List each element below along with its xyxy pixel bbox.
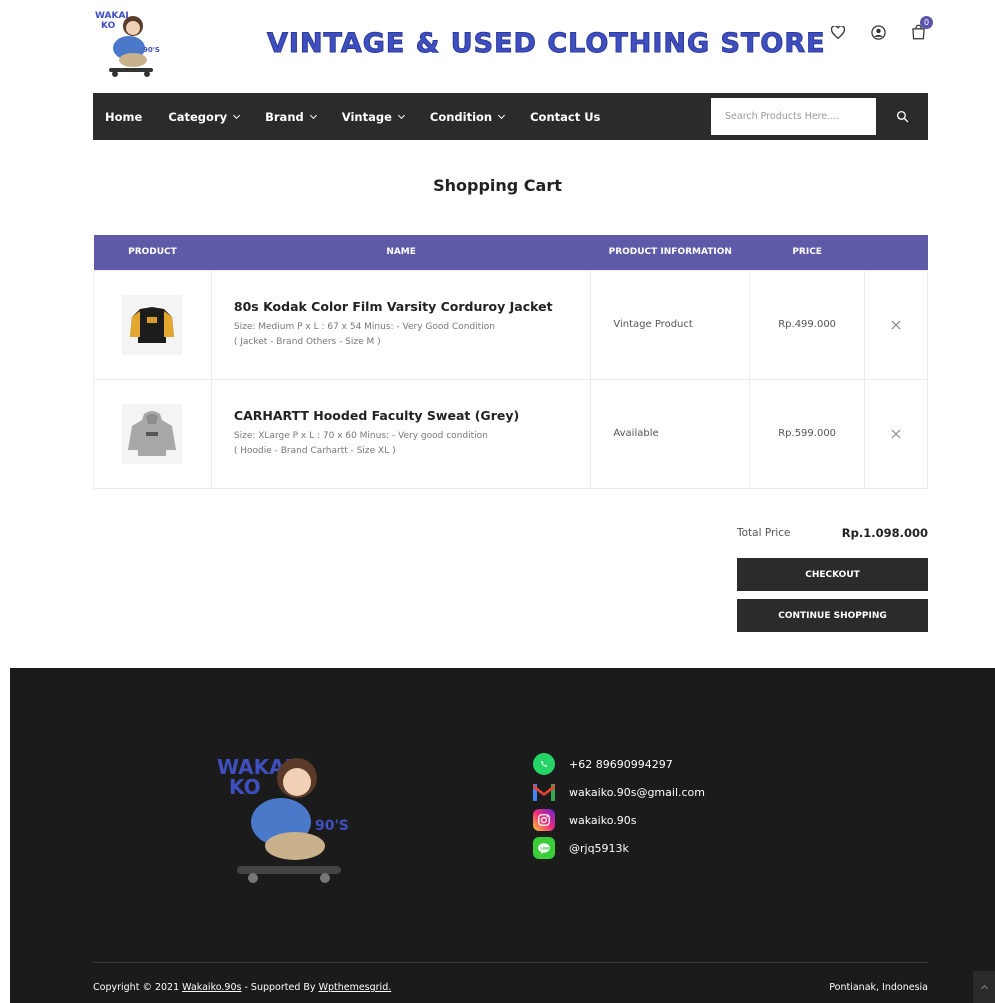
contact-text: @rjq5913k [569, 841, 629, 855]
page-title: Shopping Cart [433, 176, 562, 195]
contact-whatsapp[interactable]: +62 89690994297 [533, 750, 705, 778]
product-thumb-cell [93, 378, 212, 489]
site-footer: WAKAI KO 90'S +62 89690994297 wakaiko.90… [10, 668, 995, 1003]
nav-item-label: Contact Us [530, 109, 601, 124]
whatsapp-icon [533, 753, 555, 775]
cart-totals: Total Price Rp.1.098.000 [737, 526, 928, 540]
chevron-down-icon [498, 111, 506, 119]
footer-logo: WAKAI KO 90'S [217, 755, 349, 883]
chevron-down-icon [397, 111, 405, 119]
product-info: Available [590, 378, 751, 489]
jacket-thumbnail[interactable] [122, 294, 183, 355]
product-price: Rp.499.000 [749, 269, 866, 380]
contact-text: wakaiko.90s [569, 813, 637, 827]
logo[interactable]: WAKAI KO 90'S [93, 6, 165, 78]
svg-text:LINE: LINE [541, 846, 550, 850]
search-icon [896, 110, 908, 123]
svg-text:90'S: 90'S [315, 818, 349, 834]
product-category: ( Jacket - Brand Others - Size M ) [233, 337, 381, 347]
nav-item-brand[interactable]: Brand [265, 110, 329, 124]
copyright-prefix: Copyright © 2021 [93, 982, 180, 993]
nav-item-home[interactable]: Home [105, 110, 155, 124]
nav-item-condition[interactable]: Condition [430, 110, 517, 124]
nav-item-contact-us[interactable]: Contact Us [530, 110, 613, 124]
total-value: Rp.1.098.000 [841, 526, 928, 540]
col-header-product: PRODUCT [93, 235, 212, 270]
product-name-cell: CARHARTT Hooded Faculty Sweat (Grey) Siz… [210, 378, 592, 489]
cart-row: 80s Kodak Color Film Varsity Corduroy Ja… [93, 269, 928, 380]
nav-item-label: Category [168, 109, 228, 124]
nav-menu: Home Category Brand Vintage Condition Contact… [93, 110, 626, 124]
search-input[interactable] [711, 98, 876, 135]
nav-item-label: Condition [429, 109, 493, 124]
contact-list: +62 89690994297 wakaiko.90s@gmail.com wa… [533, 750, 705, 862]
contact-email[interactable]: wakaiko.90s@gmail.com [533, 778, 705, 806]
contact-text: wakaiko.90s@gmail.com [569, 785, 705, 799]
product-name-cell: 80s Kodak Color Film Varsity Corduroy Ja… [210, 269, 592, 380]
nav-item-vintage[interactable]: Vintage [342, 110, 417, 124]
cart-row: CARHARTT Hooded Faculty Sweat (Grey) Siz… [93, 378, 928, 489]
close-icon [891, 320, 901, 330]
footer-divider [93, 962, 928, 963]
copyright: Copyright © 2021 Wakaiko.90s - Supported… [93, 982, 391, 993]
product-price: Rp.599.000 [749, 378, 866, 489]
nav-item-category[interactable]: Category [168, 110, 252, 124]
store-title: VINTAGE & USED CLOTHING STORE [267, 28, 826, 60]
col-header-name: NAME [211, 235, 591, 270]
gmail-icon [533, 781, 555, 803]
heart-icon[interactable] [828, 22, 848, 42]
svg-text:WAKAI: WAKAI [95, 11, 129, 21]
product-name[interactable]: CARHARTT Hooded Faculty Sweat (Grey) [234, 408, 590, 423]
nav-item-label: Home [105, 109, 143, 124]
cart-count-badge: 0 [920, 16, 933, 29]
nav-item-label: Brand [265, 109, 304, 124]
product-category: ( Hoodie - Brand Carhartt - Size XL ) [233, 446, 396, 456]
copyright-link-wpthemesgrid[interactable]: Wpthemesgrid. [319, 982, 392, 993]
product-thumb-cell [93, 269, 212, 380]
svg-text:KO: KO [101, 21, 116, 31]
chevron-up-icon [980, 984, 988, 993]
nav-item-label: Vintage [341, 109, 392, 124]
chevron-down-icon [233, 111, 241, 119]
cart-icon[interactable]: 0 [908, 16, 933, 42]
product-name[interactable]: 80s Kodak Color Film Varsity Corduroy Ja… [234, 299, 590, 314]
copyright-mid: - Supported By [244, 982, 316, 993]
svg-text:KO: KO [229, 775, 261, 799]
product-detail: Size: Medium P x L : 67 x 54 Minus: - Ve… [233, 322, 495, 332]
product-info: Vintage Product [590, 269, 751, 380]
close-icon [891, 429, 901, 439]
cart-table: PRODUCT NAME PRODUCT INFORMATION PRICE 8… [93, 235, 928, 489]
contact-text: +62 89690994297 [569, 757, 673, 771]
contact-line[interactable]: LINE @rjq5913k [533, 834, 705, 862]
site-header: WAKAI KO 90'S VINTAGE & USED CLOTHING ST… [93, 0, 933, 92]
copyright-link-wakaiko[interactable]: Wakaiko.90s [182, 982, 241, 993]
remove-item-button[interactable] [891, 424, 901, 443]
col-header-remove [864, 235, 928, 270]
checkout-button[interactable]: CHECKOUT [737, 558, 928, 591]
col-header-price: PRICE [749, 235, 865, 270]
instagram-icon [533, 809, 555, 831]
svg-text:90'S: 90'S [143, 46, 160, 54]
remove-cell [864, 378, 928, 489]
header-icons: 0 [828, 16, 933, 42]
hoodie-thumbnail[interactable] [122, 403, 183, 464]
total-label: Total Price [737, 527, 791, 539]
remove-item-button[interactable] [891, 315, 901, 334]
remove-cell [864, 269, 928, 380]
contact-instagram[interactable]: wakaiko.90s [533, 806, 705, 834]
user-icon[interactable] [868, 22, 888, 42]
chevron-down-icon [309, 111, 317, 119]
scroll-to-top-button[interactable] [973, 971, 995, 1003]
col-header-info: PRODUCT INFORMATION [590, 235, 750, 270]
search-bar [711, 98, 928, 135]
footer-location: Pontianak, Indonesia [829, 982, 928, 993]
cart-table-header: PRODUCT NAME PRODUCT INFORMATION PRICE [93, 235, 928, 270]
search-button[interactable] [876, 98, 928, 135]
main-nav: Home Category Brand Vintage Condition Contact… [93, 93, 928, 140]
product-detail: Size: XLarge P x L : 70 x 60 Minus: - Ve… [233, 431, 488, 441]
line-icon: LINE [533, 837, 555, 859]
continue-shopping-button[interactable]: CONTINUE SHOPPING [737, 599, 928, 632]
